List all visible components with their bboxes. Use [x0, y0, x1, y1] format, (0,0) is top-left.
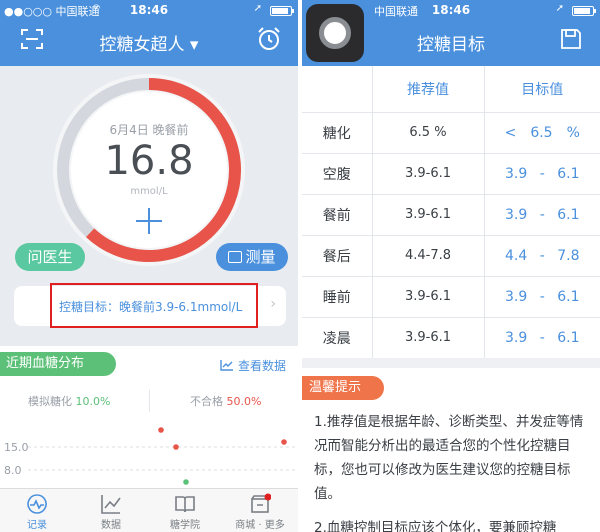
battery-icon: [572, 6, 596, 16]
row-name: 空腹: [302, 153, 372, 195]
book-icon: [175, 496, 195, 513]
recent-glucose-chart: 15.0 8.0: [4, 427, 298, 485]
tip-paragraph-1: 1.推荐值是根据年龄、诊断类型、并发症等情况而智能分析出的最适合您的个性化控糖目…: [314, 414, 584, 502]
measure-icon: [228, 251, 243, 263]
tab-academy[interactable]: 糖学院: [148, 489, 222, 532]
row-name: 凌晨: [302, 317, 372, 359]
right-screen: 中国联通 18:46 ➚ 控糖目标 推荐值 目标值 糖化 6.5 % <6.5%…: [302, 0, 600, 532]
bottom-tab-bar: 记录 数据 糖学院 商城 · 更多: [0, 488, 298, 532]
glucose-stats-row: 模拟糖化 10.0% 不合格 50.0%: [0, 390, 298, 412]
fail-rate: 不合格 50.0%: [190, 395, 262, 408]
alarm-clock-icon[interactable]: [256, 26, 282, 52]
pulse-icon: [27, 494, 47, 514]
table-header-empty: [302, 66, 372, 113]
reading-unit: mmol/L: [130, 186, 168, 197]
row-target[interactable]: 3.9-6.1: [484, 194, 600, 236]
highlight-frame: [50, 283, 258, 328]
table-row[interactable]: 糖化 6.5 % <6.5%: [302, 112, 600, 154]
row-target[interactable]: 3.9-6.1: [484, 153, 600, 195]
data-point: [158, 427, 164, 433]
tab-record[interactable]: 记录: [0, 489, 74, 532]
row-target[interactable]: 3.9-6.1: [484, 317, 600, 359]
row-recommended: 4.4-7.8: [371, 235, 485, 277]
row-name: 餐前: [302, 194, 372, 236]
simulated-a1c-value: 10.0%: [75, 395, 111, 408]
chevron-right-icon: ›: [270, 296, 276, 312]
nav-title[interactable]: 控糖女超人 ▾: [0, 30, 298, 55]
tips-content: 1.推荐值是根据年龄、诊断类型、并发症等情况而智能分析出的最适合您的个性化控糖目…: [314, 410, 592, 532]
row-recommended: 3.9-6.1: [371, 276, 485, 318]
data-point: [281, 439, 287, 445]
table-row[interactable]: 凌晨 3.9-6.1 3.9-6.1: [302, 317, 600, 359]
add-record-icon[interactable]: [134, 206, 164, 236]
measure-button[interactable]: 测量: [216, 243, 288, 271]
chart-line-icon: [220, 360, 233, 371]
row-name: 餐后: [302, 235, 372, 277]
row-recommended: 6.5 %: [371, 112, 485, 154]
reading-value: 16.8: [104, 138, 194, 184]
row-recommended: 3.9-6.1: [371, 153, 485, 195]
table-row[interactable]: 睡前 3.9-6.1 3.9-6.1: [302, 276, 600, 318]
ask-doctor-button[interactable]: 问医生: [15, 243, 85, 271]
tab-record-label: 记录: [27, 520, 47, 531]
tip-paragraph-2: 2.血糖控制目标应该个体化，要兼顾控糖: [314, 520, 557, 532]
nav-title: 控糖目标: [417, 35, 485, 55]
header-target: 目标值: [484, 66, 600, 113]
header-recommended: 推荐值: [371, 66, 485, 113]
table-row[interactable]: 空腹 3.9-6.1 3.9-6.1: [302, 153, 600, 195]
row-target[interactable]: <6.5%: [484, 112, 600, 154]
left-nav-bar: ●●○○○ 中国联通 ◠ 18:46 ➚ 控糖女超人 ▾: [0, 0, 298, 66]
simulated-a1c: 模拟糖化 10.0%: [28, 395, 111, 408]
row-target[interactable]: 3.9-6.1: [484, 276, 600, 318]
fail-rate-value: 50.0%: [226, 395, 262, 408]
data-point: [173, 444, 179, 450]
tab-shop-more[interactable]: 商城 · 更多: [222, 489, 298, 532]
section-gap: [302, 358, 600, 368]
status-bar: ●●○○○ 中国联通 ◠ 18:46 ➚: [0, 0, 298, 20]
left-screen: ●●○○○ 中国联通 ◠ 18:46 ➚ 控糖女超人 ▾ 6月4日 晚餐前 16…: [0, 0, 298, 532]
table-header-row: 推荐值 目标值: [302, 66, 600, 113]
row-recommended: 3.9-6.1: [371, 317, 485, 359]
chart-icon: [101, 495, 121, 514]
y-tick-15: 15.0: [4, 441, 29, 454]
row-target[interactable]: 4.4-7.8: [484, 235, 600, 277]
tips-title: 温馨提示: [302, 376, 384, 400]
glucose-target-table: 推荐值 目标值 糖化 6.5 % <6.5% 空腹 3.9-6.1 3.9-6.…: [302, 66, 600, 359]
location-icon: ➚: [253, 3, 262, 14]
shop-icon: [251, 493, 271, 513]
row-recommended: 3.9-6.1: [371, 194, 485, 236]
save-icon[interactable]: [560, 28, 582, 50]
table-row[interactable]: 餐后 4.4-7.8 4.4-7.8: [302, 235, 600, 277]
table-row[interactable]: 餐前 3.9-6.1 3.9-6.1: [302, 194, 600, 236]
tab-academy-label: 糖学院: [170, 520, 200, 531]
view-data-link[interactable]: 查看数据: [220, 357, 286, 374]
view-data-label: 查看数据: [237, 359, 286, 373]
stats-divider: [149, 390, 150, 412]
right-nav-bar: 中国联通 18:46 ➚ 控糖目标: [302, 0, 600, 66]
recent-distribution-title: 近期血糖分布: [0, 352, 116, 376]
tab-shop-label: 商城 · 更多: [235, 520, 285, 531]
reading-date: 6月4日 晚餐前: [109, 123, 189, 137]
y-tick-8: 8.0: [4, 464, 22, 477]
row-name: 睡前: [302, 276, 372, 318]
tab-data-label: 数据: [101, 520, 121, 531]
data-point: [183, 479, 189, 485]
row-name: 糖化: [302, 112, 372, 154]
battery-icon: [270, 6, 294, 16]
tab-data[interactable]: 数据: [74, 489, 148, 532]
location-icon: ➚: [555, 3, 564, 14]
measure-label: 测量: [245, 248, 276, 266]
